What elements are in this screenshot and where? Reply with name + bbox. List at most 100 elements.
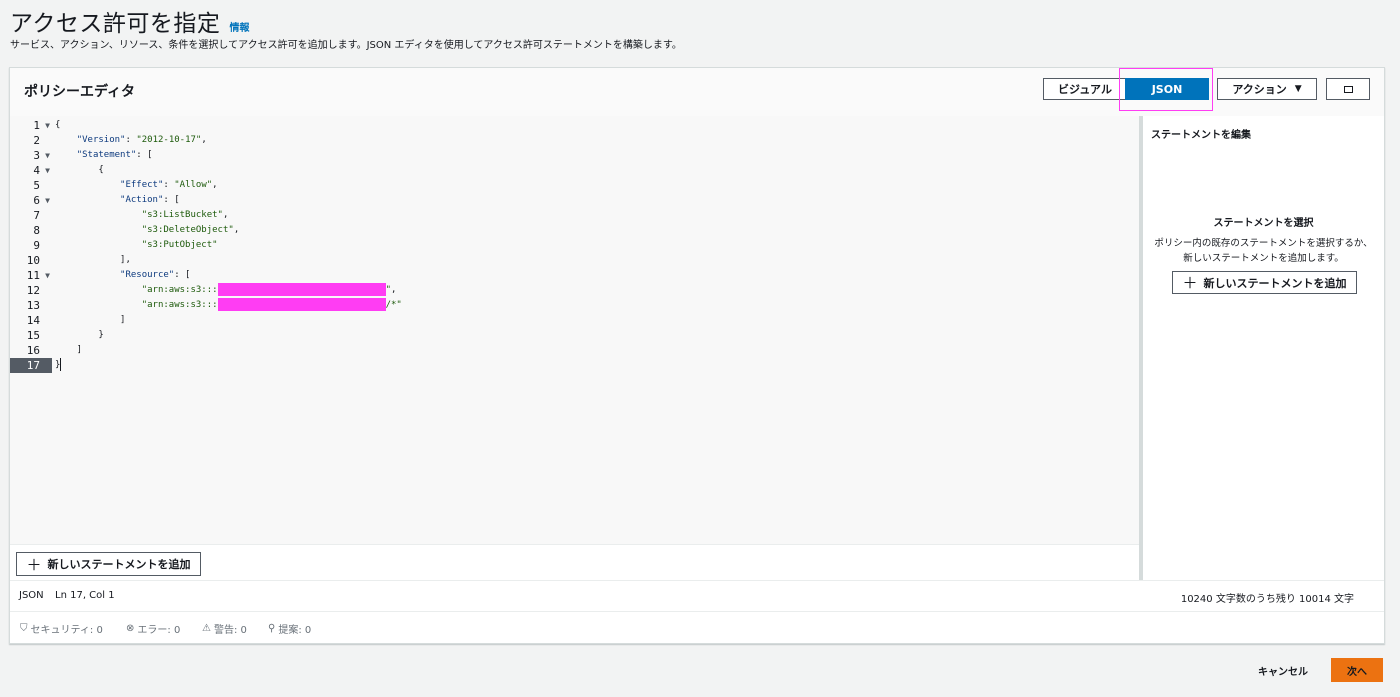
json-string: "arn:aws:s3::: — [141, 300, 218, 310]
json-punctuation: : [ — [174, 270, 191, 280]
code-line: { — [55, 163, 104, 178]
json-code-editor[interactable]: 1 ▼ 2 3 ▼ 4 ▼ 5 6 ▼ 7 8 9 10 11 ▼ 12 13 14 15 16 17 { "Versio… — [10, 116, 1140, 544]
caret-down-icon: ▼ — [1294, 84, 1302, 94]
json-key: "Statement" — [76, 150, 137, 160]
code-line: ] — [55, 313, 125, 328]
actions-label: アクション — [1232, 83, 1287, 96]
json-punctuation: ], — [55, 255, 131, 265]
plus-icon: ＋ — [26, 555, 42, 574]
line-number: 13 — [26, 299, 40, 312]
json-punctuation — [55, 240, 142, 250]
status-mode: JSON — [19, 590, 44, 601]
json-punctuation — [55, 195, 120, 205]
edit-statement-title: ステートメントを編集 — [1151, 130, 1251, 141]
edit-statement-panel: ステートメントを編集 ステートメントを選択 ポリシー内の既存のステートメントを選… — [1143, 116, 1384, 580]
add-statement-bar: ＋ 新しいステートメントを追加 — [10, 544, 1140, 581]
line-number: 5 — [33, 179, 40, 192]
json-key: "Action" — [120, 195, 164, 205]
text-cursor — [60, 358, 62, 371]
line-number: 9 — [33, 239, 40, 252]
json-tab-button[interactable]: JSON — [1125, 78, 1209, 100]
line-number: 4 ▼ — [33, 163, 50, 178]
json-punctuation — [55, 270, 120, 280]
redacted-bucket-name — [217, 283, 386, 296]
side-add-statement-button[interactable]: ＋ 新しいステートメントを追加 — [1172, 271, 1357, 294]
json-string: "arn:aws:s3::: — [141, 285, 218, 295]
code-line: "s3:PutObject" — [55, 238, 218, 253]
json-punctuation — [55, 285, 142, 295]
code-line: "Effect": "Allow", — [55, 178, 218, 193]
fullscreen-button[interactable] — [1326, 78, 1370, 100]
json-string: /*" — [385, 300, 402, 310]
visual-tab-button[interactable]: ビジュアル — [1043, 78, 1127, 100]
fold-arrow-icon[interactable]: ▼ — [45, 193, 50, 208]
json-punctuation: } — [55, 330, 104, 340]
validation-item[interactable]: ⚲ 提案: 0 — [268, 621, 311, 636]
page-description: サービス、アクション、リソース、条件を選択してアクセス許可を追加します。JSON… — [10, 40, 682, 51]
fold-arrow-icon[interactable]: ▼ — [45, 268, 50, 283]
plus-icon: ＋ — [1182, 274, 1198, 292]
json-punctuation: , — [201, 135, 207, 145]
json-string: "s3:PutObject" — [141, 240, 218, 250]
json-key: "Version" — [76, 135, 126, 145]
code-line: { — [55, 118, 60, 133]
code-line: } — [55, 358, 62, 373]
line-number: 17 — [10, 358, 52, 373]
actions-dropdown[interactable]: アクション ▼ — [1217, 78, 1317, 100]
json-punctuation — [55, 180, 120, 190]
code-line: ] — [55, 343, 82, 358]
json-punctuation — [55, 135, 77, 145]
page-header: アクセス許可を指定 情報 — [10, 4, 249, 38]
line-number: 16 — [26, 344, 40, 357]
policy-editor-header: ポリシーエディタ ビジュアル JSON アクション ▼ — [10, 68, 1384, 116]
line-number: 11 ▼ — [26, 268, 50, 283]
json-punctuation — [55, 210, 142, 220]
code-line: "Action": [ — [55, 193, 180, 208]
warning-icon: ⚠ — [202, 623, 211, 634]
json-punctuation: , — [390, 285, 397, 295]
line-number: 14 — [26, 314, 40, 327]
page-title: アクセス許可を指定 — [10, 11, 221, 37]
json-punctuation — [55, 300, 142, 310]
fold-arrow-icon[interactable]: ▼ — [45, 148, 50, 163]
add-statement-label: 新しいステートメントを追加 — [47, 558, 191, 571]
fold-arrow-icon[interactable]: ▼ — [45, 163, 50, 178]
validation-label: エラー: 0 — [137, 625, 181, 636]
line-number: 3 ▼ — [33, 148, 50, 163]
json-punctuation: : — [125, 135, 137, 145]
add-statement-button[interactable]: ＋ 新しいステートメントを追加 — [16, 552, 201, 576]
fold-arrow-icon[interactable]: ▼ — [45, 118, 50, 133]
suggestion-icon: ⚲ — [268, 623, 276, 634]
validation-item[interactable]: ⛉ セキュリティ: 0 — [20, 621, 103, 636]
json-string: "2012-10-17" — [136, 135, 202, 145]
cancel-button[interactable]: キャンセル — [1245, 658, 1321, 682]
json-punctuation — [55, 150, 77, 160]
validation-item[interactable]: ⚠ 警告: 0 — [202, 621, 247, 636]
line-number: 10 — [26, 254, 40, 267]
validation-label: 提案: 0 — [278, 625, 312, 636]
code-line: "Statement": [ — [55, 148, 153, 163]
json-punctuation: { — [55, 120, 61, 130]
select-statement-title: ステートメントを選択 — [1213, 218, 1314, 229]
redacted-bucket-name — [217, 298, 386, 311]
policy-editor-panel: ポリシーエディタ ビジュアル JSON アクション ▼ 1 ▼ 2 3 ▼ 4 ▼ 5 6 ▼ 7 8… — [9, 67, 1385, 644]
line-number: 12 — [26, 284, 40, 297]
json-punctuation: ] — [55, 345, 83, 355]
json-key: "Effect" — [120, 180, 164, 190]
code-line: "s3:DeleteObject", — [55, 223, 240, 238]
select-statement-description: ポリシー内の既存のステートメントを選択するか、新しいステートメントを追加します。 — [1154, 238, 1373, 264]
json-string: "Allow" — [174, 180, 213, 190]
side-add-statement-label: 新しいステートメントを追加 — [1203, 276, 1347, 290]
fullscreen-icon — [1343, 85, 1353, 93]
info-link[interactable]: 情報 — [229, 23, 249, 34]
json-punctuation — [55, 225, 142, 235]
next-button[interactable]: 次へ — [1331, 658, 1383, 682]
json-punctuation: { — [55, 165, 104, 175]
line-number: 2 — [33, 134, 40, 147]
error-icon: ⊗ — [126, 623, 135, 634]
json-punctuation: , — [233, 225, 240, 235]
validation-item[interactable]: ⊗ エラー: 0 — [126, 621, 180, 636]
line-number: 7 — [33, 209, 40, 222]
json-punctuation: : — [163, 180, 175, 190]
code-line: "arn:aws:s3::: ", — [55, 283, 396, 298]
